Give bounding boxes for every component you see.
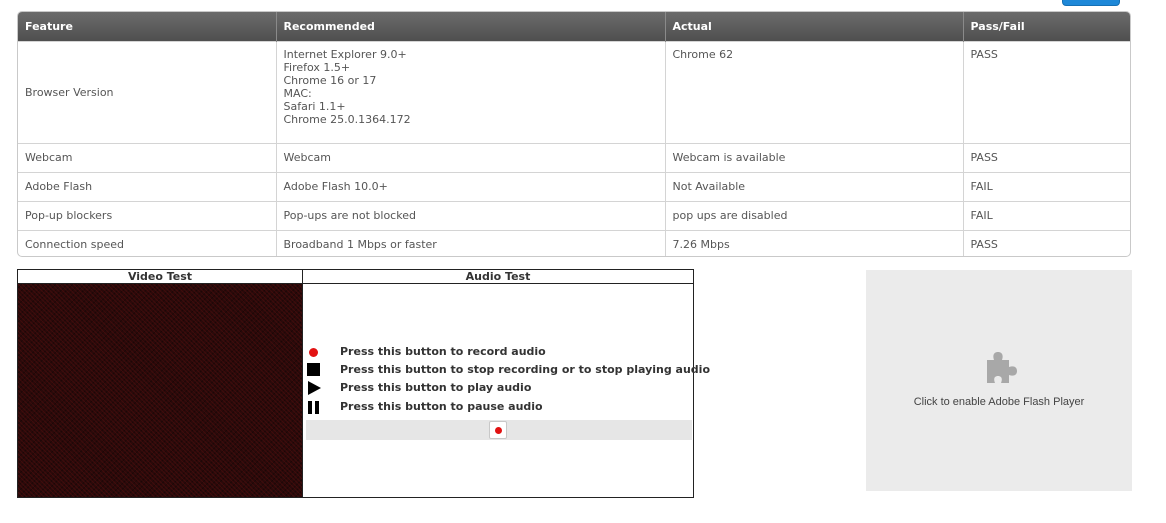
recommended-line: Firefox 1.5+: [283, 60, 351, 74]
pause-icon: [306, 398, 324, 416]
table-header-row: Feature Recommended Actual Pass/Fail: [18, 12, 1130, 41]
audio-controls-bar: [306, 420, 692, 440]
recommended-line: Chrome 16 or 17: [283, 73, 377, 87]
record-icon: [495, 427, 502, 434]
table-row-adobe-flash: Adobe Flash Adobe Flash 10.0+ Not Availa…: [18, 171, 1130, 201]
result-cell: PASS: [963, 40, 1130, 143]
video-preview: [18, 284, 303, 497]
recommended-line: Internet Explorer 9.0+: [283, 47, 407, 61]
actual-cell: pop ups are disabled: [665, 200, 964, 230]
record-icon: [306, 343, 324, 361]
feature-cell: Browser Version: [18, 40, 277, 143]
header-feature: Feature: [18, 12, 277, 41]
table-row-browser-version: Browser Version Internet Explorer 9.0+ F…: [18, 40, 1130, 143]
audio-video-test-panel: Video Test Audio Test Press this button …: [17, 269, 710, 498]
table-row-webcam: Webcam Webcam Webcam is available PASS: [18, 142, 1130, 172]
legend-stop: Press this button to stop recording or t…: [306, 361, 710, 379]
legend-stop-text: Press this button to stop recording or t…: [340, 363, 711, 376]
recommended-line: MAC:: [283, 86, 312, 100]
stop-icon: [306, 361, 324, 379]
actual-cell: Not Available: [665, 171, 964, 201]
recommended-cell: Adobe Flash 10.0+: [276, 171, 666, 201]
result-cell: PASS: [963, 229, 1130, 256]
recommended-cell: Pop-ups are not blocked: [276, 200, 666, 230]
flash-player-placeholder[interactable]: Click to enable Adobe Flash Player: [866, 270, 1132, 491]
puzzle-plugin-icon: [987, 352, 1017, 383]
recommended-line: Chrome 25.0.1364.172: [283, 112, 411, 126]
record-button[interactable]: [489, 421, 507, 439]
result-cell: PASS: [963, 142, 1130, 172]
feature-cell: Connection speed: [18, 229, 277, 256]
audio-test-header: Audio Test: [303, 270, 693, 284]
top-action-button[interactable]: [1062, 0, 1120, 6]
recommended-cell: Broadband 1 Mbps or faster: [276, 229, 666, 256]
video-test-header: Video Test: [18, 270, 303, 284]
header-recommended: Recommended: [276, 12, 666, 41]
feature-cell: Adobe Flash: [18, 171, 277, 201]
legend-record-text: Press this button to record audio: [340, 345, 546, 358]
system-requirements-table: Feature Recommended Actual Pass/Fail Bro…: [17, 11, 1131, 257]
feature-cell: Webcam: [18, 142, 277, 172]
result-cell: FAIL: [963, 200, 1130, 230]
actual-cell: 7.26 Mbps: [665, 229, 964, 256]
actual-cell: Webcam is available: [665, 142, 964, 172]
legend-record: Press this button to record audio: [306, 343, 692, 361]
recommended-cell: Webcam: [276, 142, 666, 172]
play-icon: [306, 379, 324, 397]
table-row-popup-blockers: Pop-up blockers Pop-ups are not blocked …: [18, 200, 1130, 230]
recommended-cell: Internet Explorer 9.0+ Firefox 1.5+ Chro…: [276, 40, 666, 143]
legend-pause: Press this button to pause audio: [306, 398, 692, 416]
feature-cell: Pop-up blockers: [18, 200, 277, 230]
flash-enable-text: Click to enable Adobe Flash Player: [913, 396, 1085, 408]
legend-play: Press this button to play audio: [306, 379, 692, 397]
table-row-connection-speed: Connection speed Broadband 1 Mbps or fas…: [18, 229, 1130, 256]
result-cell: FAIL: [963, 171, 1130, 201]
legend-play-text: Press this button to play audio: [340, 381, 532, 394]
header-pass-fail: Pass/Fail: [963, 12, 1130, 41]
actual-cell: Chrome 62: [665, 40, 964, 143]
recommended-line: Safari 1.1+: [283, 99, 346, 113]
header-actual: Actual: [665, 12, 964, 41]
legend-pause-text: Press this button to pause audio: [340, 400, 543, 413]
